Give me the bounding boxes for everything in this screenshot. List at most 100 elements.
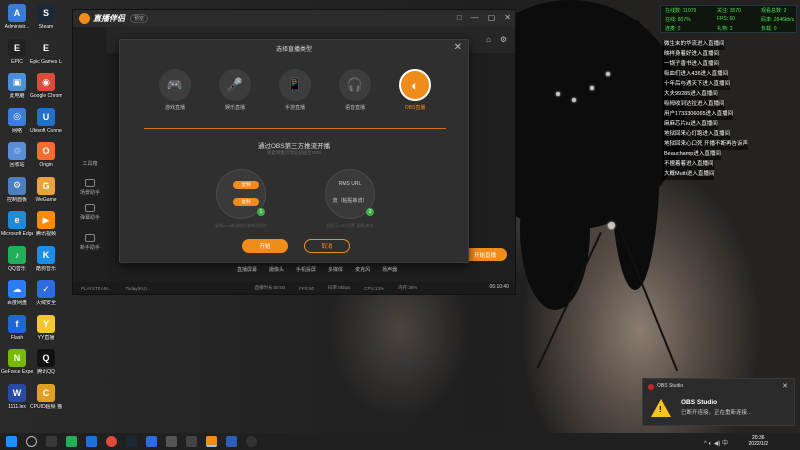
desktop-icon[interactable]: Y YY直播 (30, 314, 62, 341)
obs-taskbar-icon[interactable] (246, 436, 257, 447)
tool-speaker[interactable]: 扬声器 (382, 266, 397, 273)
desktop-icon[interactable]: EEpic Games Launcher (30, 38, 62, 65)
taskbar-clock[interactable]: 20:36 2022/1/2 (749, 435, 768, 447)
desktop-icon[interactable]: UUbisoft Connect (30, 107, 62, 134)
taskbar-app-icon[interactable] (186, 436, 197, 447)
task-view-icon[interactable] (46, 436, 57, 447)
desktop-icon[interactable]: O Origin (30, 142, 62, 168)
sidebar-item-scene-helper[interactable]: 场景助手 (73, 179, 107, 196)
headphones-icon: 🎧 (339, 69, 371, 101)
desktop-app-icon: Y (37, 314, 55, 333)
desktop-app-icon: ✓ (37, 280, 55, 298)
desktop-icon-label: YY直播 (37, 334, 55, 341)
type-option-mobile-game[interactable]: 📱 手游直播 (270, 69, 320, 111)
settings-icon[interactable]: ⚙ (500, 35, 507, 44)
status-item: 内存:38% (398, 285, 418, 290)
desktop-icon-label: Administr... (4, 24, 30, 30)
chat-message: 地狱回来心灯跑进入直播间 (662, 130, 731, 140)
wallpaper-jewel (572, 98, 576, 102)
tool-phone-cast[interactable]: 手机投屏 (296, 266, 316, 273)
sidebar-item-toolbox[interactable]: 工具箱 (73, 160, 107, 167)
steam-icon[interactable] (126, 436, 137, 447)
tool-microphone[interactable]: 麦克风 (355, 266, 370, 273)
chat-message: 地狱回来心口死 开播不断再告诉声 (662, 140, 749, 150)
start-live-button[interactable]: 开始直播 (463, 248, 507, 261)
desktop-icon[interactable]: ▣ 此电脑 (1, 73, 33, 99)
desktop-icon-label: WeGame (35, 196, 57, 203)
desktop-icon[interactable]: ◉ Google Chrome (30, 73, 62, 99)
sidebar-item-danmaku-helper[interactable]: 弹幕助手 (73, 204, 107, 221)
desktop-icon[interactable]: ▶ 腾讯视频 (30, 211, 62, 237)
desktop-icon[interactable]: f Flash (1, 314, 33, 341)
taskbar-app-icon[interactable] (146, 436, 157, 447)
start-button-icon[interactable] (6, 436, 17, 447)
dialog-close-icon[interactable]: ✕ (454, 42, 462, 53)
desktop-icon[interactable]: Q 腾讯QQ (30, 349, 62, 375)
copy-url-button[interactable]: 复制 (233, 181, 259, 189)
maximize-button[interactable]: ▢ (488, 13, 496, 22)
stat-online: 在线: 807% (665, 17, 691, 23)
type-option-label: 娱乐直播 (224, 105, 245, 111)
desktop-icon[interactable]: ⚙ 控制面板 (1, 176, 33, 203)
type-option-game[interactable]: 🎮 游戏直播 (150, 69, 200, 111)
system-tray[interactable]: ^ ◐ ◀) 中 (704, 438, 728, 447)
desktop-icon[interactable]: E EPIC (1, 38, 33, 65)
notification-close-icon[interactable]: ✕ (782, 382, 788, 390)
taskbar-app-icon[interactable] (166, 436, 177, 447)
desktop-icon[interactable]: ♲ 回收站 (1, 142, 33, 168)
app-titlebar[interactable]: 直播伴侣 预览 □ — ▢ ✕ (73, 10, 515, 27)
desktop-icon[interactable]: ◎ 网络 (1, 107, 33, 134)
minimize-button[interactable]: — (471, 13, 479, 22)
home-icon[interactable]: ⌂ (486, 35, 491, 44)
desktop-app-icon: O (37, 142, 55, 160)
chrome-icon[interactable] (106, 436, 117, 447)
newbie-icon (85, 234, 95, 242)
desktop-icon[interactable]: e Microsoft Edge (1, 211, 33, 237)
app-badge[interactable]: 预览 (130, 14, 149, 23)
desktop-icon[interactable]: ☁ 百度网盘 (1, 280, 33, 306)
tool-screen[interactable]: 直播屏幕 (237, 266, 257, 273)
desktop-icon[interactable]: ♪ QQ音乐 (1, 245, 33, 272)
obs-app-icon (648, 384, 654, 390)
taskbar-app-icon[interactable] (86, 436, 97, 447)
desktop-icon[interactable]: S Steam (30, 4, 62, 30)
douyin-live-icon[interactable] (206, 436, 217, 447)
desktop-icon[interactable]: K 酷狗音乐 (30, 245, 62, 272)
tool-camera[interactable]: 摄像头 (269, 266, 284, 273)
desktop-icon[interactable]: N GeForce Experience (1, 349, 33, 375)
obs-notification[interactable]: OBS Studio ✕ ! OBS Studio 已断开连接，正在重新连接..… (642, 378, 795, 426)
desktop-app-icon: A (8, 4, 26, 22)
desktop-icon-label: Microsoft Edge (1, 231, 33, 237)
status-item: 直播时长:00:00 (254, 285, 285, 290)
stat-follows: 关注: 3570 (717, 8, 741, 14)
tool-media[interactable]: 多媒体 (328, 266, 343, 273)
wallpaper-jewel (608, 222, 615, 229)
desktop-app-icon: C (37, 383, 55, 402)
app-sidebar: 工具箱 场景助手 弹幕助手 新手助手 (73, 27, 107, 294)
desktop-icon[interactable]: G WeGame (30, 176, 62, 203)
taskbar-app-icon[interactable] (66, 436, 77, 447)
search-icon[interactable] (26, 436, 37, 447)
desktop-icon[interactable]: ✓ 火绒安全 (30, 280, 62, 306)
copy-key-button[interactable]: 复制 (233, 198, 259, 206)
obs-icon: ◐ (399, 69, 431, 101)
desktop-icon-label: Epic Games Launcher (30, 58, 62, 65)
type-option-entertainment[interactable]: 🎤 娱乐直播 (210, 69, 260, 111)
cancel-button[interactable]: 取消 (304, 239, 350, 253)
type-option-label: OBS直播 (404, 105, 426, 111)
taskbar-app-icon[interactable] (226, 436, 237, 447)
desktop-icon[interactable]: CCPUID超频 猫大师 (30, 383, 62, 410)
status-item: CPU:13% (364, 285, 385, 291)
desktop-icon[interactable]: A Administr... (1, 4, 33, 30)
wallpaper-jewel (590, 86, 594, 90)
wallpaper-jewel (556, 92, 560, 96)
type-option-voice[interactable]: 🎧 语音直播 (330, 69, 380, 111)
desktop-icon[interactable]: W 1111.lex (1, 383, 33, 410)
start-button[interactable]: 开始 (242, 239, 288, 253)
desktop-icon-label: 百度网盘 (6, 300, 27, 306)
pin-button[interactable]: □ (457, 13, 462, 22)
sidebar-item-newbie-helper[interactable]: 新手助手 (73, 234, 107, 251)
divider (144, 128, 446, 129)
type-option-obs[interactable]: ◐ OBS直播 (390, 69, 440, 111)
close-button[interactable]: ✕ (504, 13, 511, 22)
